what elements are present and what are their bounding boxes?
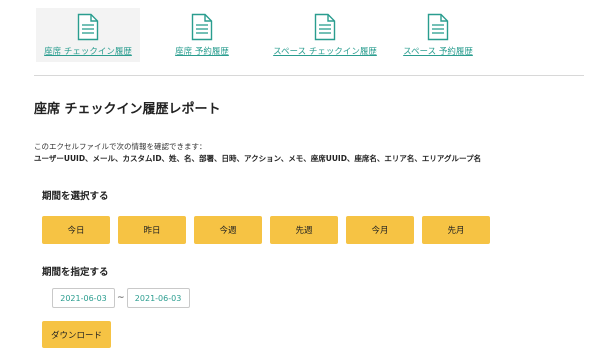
tab-label[interactable]: スペース チェックイン履歴: [273, 45, 377, 57]
yesterday-button[interactable]: 昨日: [118, 216, 186, 244]
tab-seat-checkin-history[interactable]: 座席 チェックイン履歴: [36, 8, 140, 62]
tab-label[interactable]: 座席 予約履歴: [175, 45, 229, 57]
description-fields: ユーザーUUID、メール、カスタムID、姓、名、部署、日時、アクション、メモ、座…: [34, 154, 482, 163]
period-button-group: 今日 昨日 今週 先週 今月 先月: [42, 216, 490, 244]
last-week-button[interactable]: 先週: [270, 216, 338, 244]
tab-label[interactable]: 座席 チェックイン履歴: [44, 45, 132, 57]
today-button[interactable]: 今日: [42, 216, 110, 244]
document-icon: [427, 13, 449, 41]
tab-label[interactable]: スペース 予約履歴: [403, 45, 473, 57]
document-icon: [77, 13, 99, 41]
report-tabs: 座席 チェックイン履歴 座席 予約履歴 スペース チェックイン履歴 スペース 予…: [36, 8, 490, 62]
this-week-button[interactable]: 今週: [194, 216, 262, 244]
specify-period-label: 期間を指定する: [42, 267, 109, 278]
date-range: ~: [52, 288, 190, 308]
this-month-button[interactable]: 今月: [346, 216, 414, 244]
tab-space-reservation-history[interactable]: スペース 予約履歴: [386, 8, 490, 62]
tab-space-checkin-history[interactable]: スペース チェックイン履歴: [264, 8, 386, 62]
divider: [34, 75, 584, 76]
document-icon: [314, 13, 336, 41]
date-range-separator: ~: [117, 293, 125, 303]
description-intro: このエクセルファイルで次の情報を確認できます：: [34, 142, 207, 151]
select-period-label: 期間を選択する: [42, 191, 109, 202]
tab-seat-reservation-history[interactable]: 座席 予約履歴: [140, 8, 264, 62]
page-title: 座席 チェックイン履歴レポート: [34, 102, 221, 117]
end-date-field[interactable]: [126, 288, 190, 308]
document-icon: [191, 13, 213, 41]
start-date-field[interactable]: [52, 288, 115, 308]
report-description: このエクセルファイルで次の情報を確認できます： ユーザーUUID、メール、カスタ…: [34, 141, 481, 165]
last-month-button[interactable]: 先月: [422, 216, 490, 244]
download-button[interactable]: ダウンロード: [42, 321, 111, 348]
